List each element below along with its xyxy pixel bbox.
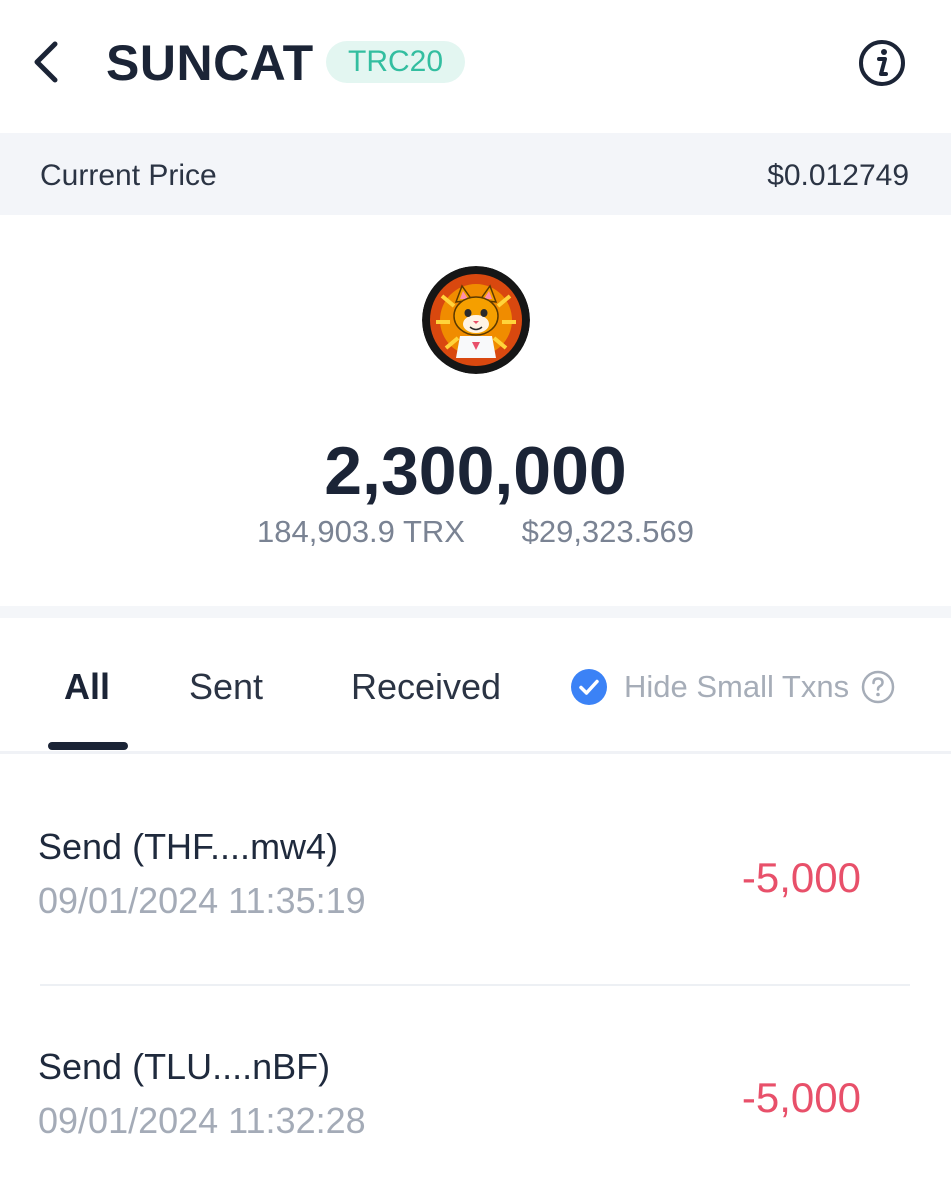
- tab-all[interactable]: All: [64, 666, 110, 708]
- transaction-timestamp: 09/01/2024 11:32:28: [38, 1100, 366, 1141]
- current-price-value: $0.012749: [767, 159, 909, 192]
- hide-small-txns-label: Hide Small Txns: [624, 669, 850, 704]
- tab-received[interactable]: Received: [351, 666, 501, 708]
- top-bar: SUNCAT TRC20: [0, 0, 951, 132]
- token-title: SUNCAT: [106, 35, 314, 91]
- back-button[interactable]: [22, 38, 70, 86]
- token-standard-badge: TRC20: [326, 41, 466, 83]
- check-circle-icon: [571, 669, 607, 705]
- transaction-row[interactable]: Send (THF....mw4) 09/01/2024 11:35:19 -5…: [0, 784, 951, 984]
- token-balance: 2,300,000: [324, 433, 627, 509]
- transaction-amount: -5,000: [741, 1074, 861, 1121]
- question-circle-icon[interactable]: [861, 670, 895, 704]
- transaction-amount: -5,000: [741, 854, 861, 901]
- chevron-left-icon: [34, 41, 58, 83]
- transaction-row[interactable]: Send (TLU....nBF) 09/01/2024 11:32:28 -5…: [0, 1004, 951, 1200]
- active-tab-indicator: [48, 742, 128, 750]
- token-logo: [422, 266, 530, 374]
- transaction-timestamp: 09/01/2024 11:35:19: [38, 880, 366, 921]
- transaction-tabs: All Sent Received Hide Small Txns: [0, 618, 951, 754]
- hide-small-txns-toggle[interactable]: Hide Small Txns: [570, 668, 895, 706]
- tab-sent[interactable]: Sent: [189, 666, 263, 708]
- usd-equivalent: $29,323.569: [521, 514, 694, 549]
- transaction-title: Send (THF....mw4): [38, 826, 339, 867]
- row-divider: [40, 984, 910, 986]
- trx-equivalent: 184,903.9 TRX: [257, 514, 465, 549]
- transaction-title: Send (TLU....nBF): [38, 1046, 331, 1087]
- current-price-bar: Current Price $0.012749: [0, 133, 951, 215]
- balance-equivalents: 184,903.9 TRX $29,323.569: [0, 514, 951, 550]
- section-divider: [0, 606, 951, 618]
- current-price-label: Current Price: [40, 159, 217, 192]
- info-button[interactable]: [857, 38, 907, 88]
- info-icon: [859, 40, 905, 86]
